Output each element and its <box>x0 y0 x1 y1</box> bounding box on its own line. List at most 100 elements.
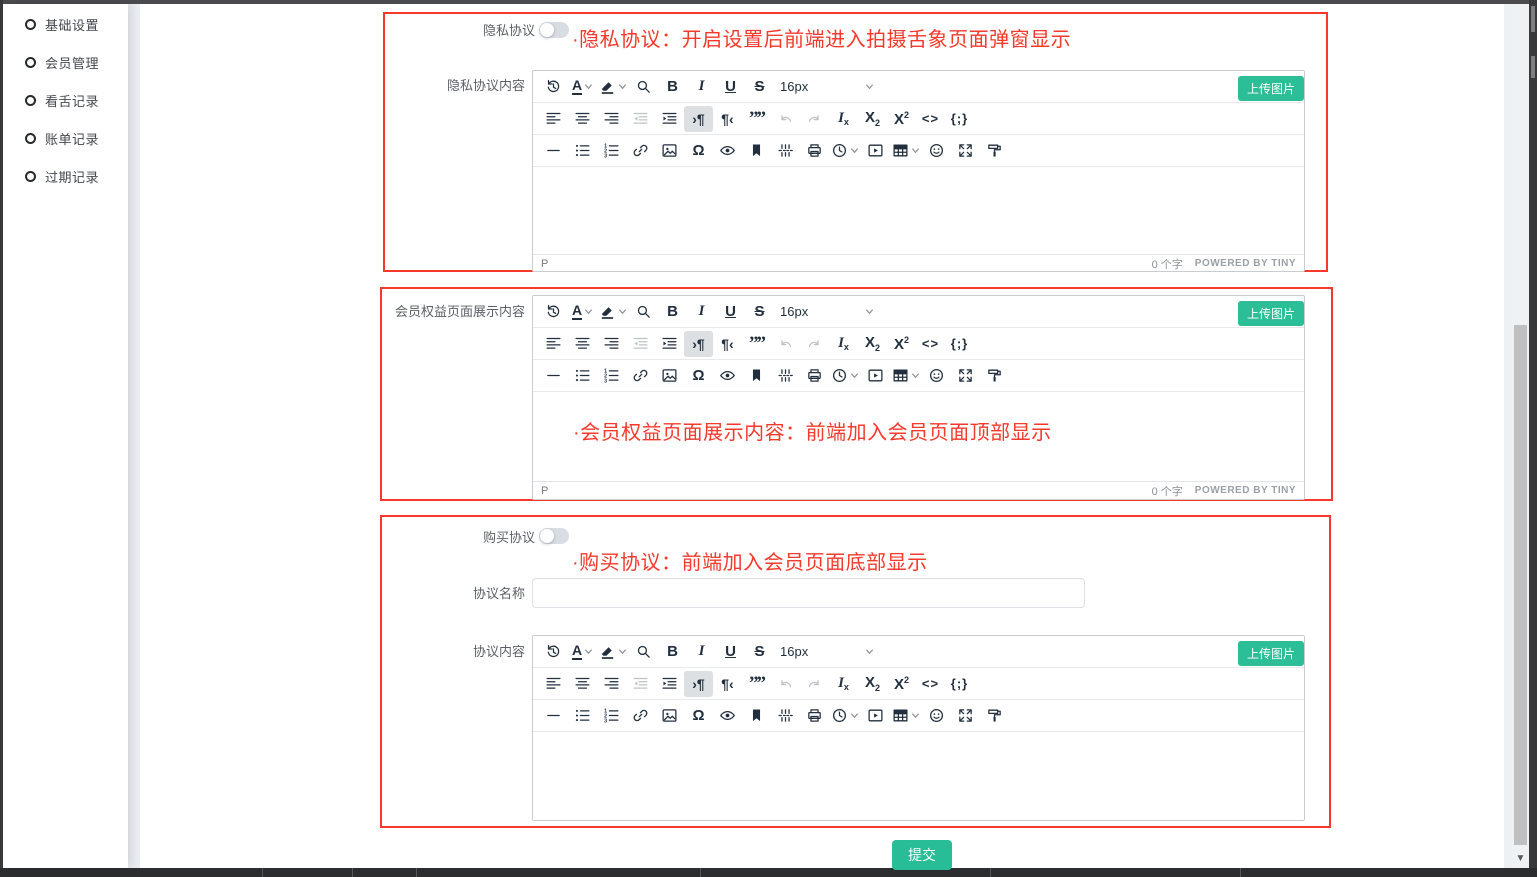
anchor-icon[interactable] <box>742 138 771 164</box>
preview-icon[interactable] <box>713 138 742 164</box>
align-right-icon[interactable] <box>597 106 626 132</box>
blockquote-icon[interactable]: ”” <box>742 671 771 697</box>
submit-button[interactable]: 提交 <box>892 840 952 870</box>
superscript-icon[interactable]: X2 <box>887 106 916 132</box>
table-icon[interactable] <box>890 703 922 729</box>
image-icon[interactable] <box>655 703 684 729</box>
link-icon[interactable] <box>626 363 655 389</box>
ltr-icon[interactable]: ›¶ <box>684 671 713 697</box>
special-character-icon[interactable]: Ω <box>684 703 713 729</box>
code-icon[interactable]: <> <box>916 671 945 697</box>
underline-icon[interactable]: U <box>716 639 745 665</box>
table-icon[interactable] <box>890 363 922 389</box>
page-break-icon[interactable] <box>771 703 800 729</box>
special-character-icon[interactable]: Ω <box>684 138 713 164</box>
align-center-icon[interactable] <box>568 106 597 132</box>
format-painter-icon[interactable] <box>980 363 1009 389</box>
rtl-icon[interactable]: ¶‹ <box>713 331 742 357</box>
align-left-icon[interactable] <box>539 671 568 697</box>
strikethrough-icon[interactable]: S <box>745 299 774 325</box>
indent-icon[interactable] <box>655 106 684 132</box>
purchase-toggle[interactable] <box>539 528 569 544</box>
preview-icon[interactable] <box>713 363 742 389</box>
remove-format-icon[interactable]: Ix <box>829 331 858 357</box>
link-icon[interactable] <box>626 138 655 164</box>
indent-icon[interactable] <box>655 331 684 357</box>
media-icon[interactable] <box>861 138 890 164</box>
strikethrough-icon[interactable]: S <box>745 639 774 665</box>
rtl-icon[interactable]: ¶‹ <box>713 106 742 132</box>
format-painter-icon[interactable] <box>980 703 1009 729</box>
align-right-icon[interactable] <box>597 671 626 697</box>
ltr-icon[interactable]: ›¶ <box>684 331 713 357</box>
ltr-icon[interactable]: ›¶ <box>684 106 713 132</box>
align-left-icon[interactable] <box>539 331 568 357</box>
search-replace-icon[interactable] <box>629 299 658 325</box>
remove-format-icon[interactable]: Ix <box>829 671 858 697</box>
emoticons-icon[interactable] <box>922 138 951 164</box>
restore-draft-icon[interactable] <box>539 74 568 100</box>
media-icon[interactable] <box>861 703 890 729</box>
indent-icon[interactable] <box>655 671 684 697</box>
sidebar-item-bill-records[interactable]: 账单记录 <box>3 119 128 157</box>
superscript-icon[interactable]: X2 <box>887 671 916 697</box>
media-icon[interactable] <box>861 363 890 389</box>
ordered-list-icon[interactable]: 123 <box>597 138 626 164</box>
sidebar-item-member-management[interactable]: 会员管理 <box>3 43 128 81</box>
background-color-icon[interactable] <box>597 639 629 665</box>
bold-icon[interactable]: B <box>658 639 687 665</box>
scrollbar-thumb[interactable] <box>1514 325 1527 845</box>
sidebar-item-tongue-records[interactable]: 看舌记录 <box>3 81 128 119</box>
emoticons-icon[interactable] <box>922 703 951 729</box>
upload-image-button[interactable]: 上传图片 <box>1238 76 1304 101</box>
code-sample-icon[interactable]: {;} <box>945 106 974 132</box>
subscript-icon[interactable]: X2 <box>858 671 887 697</box>
link-icon[interactable] <box>626 703 655 729</box>
horizontal-rule-icon[interactable] <box>539 138 568 164</box>
editor-content-area[interactable]: ·会员权益页面展示内容：前端加入会员页面顶部显示 <box>533 392 1304 481</box>
insert-datetime-icon[interactable] <box>829 138 861 164</box>
bold-icon[interactable]: B <box>658 74 687 100</box>
preview-icon[interactable] <box>713 703 742 729</box>
sidebar-item-basic-settings[interactable]: 基础设置 <box>3 5 128 43</box>
italic-icon[interactable]: I <box>687 639 716 665</box>
page-break-icon[interactable] <box>771 363 800 389</box>
insert-datetime-icon[interactable] <box>829 363 861 389</box>
anchor-icon[interactable] <box>742 363 771 389</box>
superscript-icon[interactable]: X2 <box>887 331 916 357</box>
text-color-icon[interactable]: A <box>568 639 597 665</box>
restore-draft-icon[interactable] <box>539 299 568 325</box>
agreement-name-input[interactable] <box>532 578 1085 608</box>
rtl-icon[interactable]: ¶‹ <box>713 671 742 697</box>
special-character-icon[interactable]: Ω <box>684 363 713 389</box>
background-color-icon[interactable] <box>597 299 629 325</box>
unordered-list-icon[interactable] <box>568 138 597 164</box>
italic-icon[interactable]: I <box>687 299 716 325</box>
text-color-icon[interactable]: A <box>568 299 597 325</box>
code-icon[interactable]: <> <box>916 331 945 357</box>
vertical-scrollbar[interactable]: ▼ <box>1512 4 1529 868</box>
bold-icon[interactable]: B <box>658 299 687 325</box>
image-icon[interactable] <box>655 363 684 389</box>
unordered-list-icon[interactable] <box>568 363 597 389</box>
upload-image-button[interactable]: 上传图片 <box>1238 301 1304 326</box>
blockquote-icon[interactable]: ”” <box>742 106 771 132</box>
editor-content-area[interactable] <box>533 167 1304 254</box>
print-icon[interactable] <box>800 138 829 164</box>
horizontal-rule-icon[interactable] <box>539 703 568 729</box>
underline-icon[interactable]: U <box>716 299 745 325</box>
table-icon[interactable] <box>890 138 922 164</box>
print-icon[interactable] <box>800 703 829 729</box>
upload-image-button[interactable]: 上传图片 <box>1238 641 1304 666</box>
format-painter-icon[interactable] <box>980 138 1009 164</box>
underline-icon[interactable]: U <box>716 74 745 100</box>
unordered-list-icon[interactable] <box>568 703 597 729</box>
align-center-icon[interactable] <box>568 671 597 697</box>
code-icon[interactable]: <> <box>916 106 945 132</box>
text-color-icon[interactable]: A <box>568 74 597 100</box>
editor-content-area[interactable] <box>533 732 1304 819</box>
align-left-icon[interactable] <box>539 106 568 132</box>
font-size-select[interactable]: 16px <box>774 74 880 100</box>
strikethrough-icon[interactable]: S <box>745 74 774 100</box>
restore-draft-icon[interactable] <box>539 639 568 665</box>
